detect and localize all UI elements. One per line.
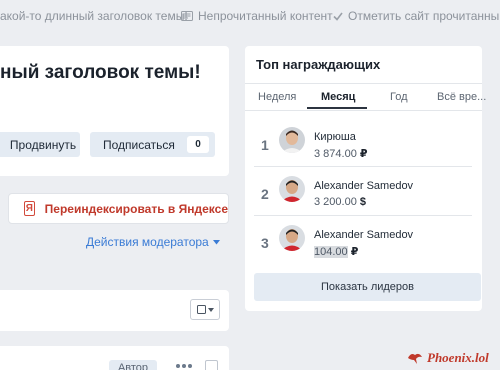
phoenix-logo-icon	[408, 353, 422, 364]
yandex-icon: Я	[24, 201, 35, 216]
moderator-actions-label: Действия модератора	[86, 235, 209, 249]
currency-symbol: ₽	[350, 246, 359, 258]
leader-row: 3 Alexander Samedov 104.00 ₽	[245, 220, 482, 268]
checkbox-icon	[196, 305, 206, 314]
leader-row: 1 Кирюша 3 874.00 ₽	[245, 122, 482, 170]
author-badge: Автор	[109, 360, 157, 370]
subscribe-label: Подписаться	[103, 137, 175, 152]
reindex-yandex-button[interactable]: Я Переиндексировать в Яндексе	[8, 193, 229, 224]
top-strip: акой-то длинный заголовок темы! Непрочит…	[0, 0, 500, 30]
tab-month[interactable]: Месяц	[321, 91, 355, 103]
tab-week[interactable]: Неделя	[258, 91, 296, 103]
divider	[254, 215, 472, 216]
leader-row: 2 Alexander Samedov 3 200.00 $	[245, 171, 482, 219]
leader-rank: 2	[261, 186, 269, 202]
more-options-icon[interactable]	[176, 364, 192, 368]
leader-rank: 1	[261, 137, 269, 153]
subscribe-button[interactable]: Подписаться 0	[90, 132, 215, 157]
show-leaders-button[interactable]: Показать лидеров	[254, 273, 481, 301]
leader-amount-value: 3 874.00	[314, 148, 357, 160]
post-select-checkbox[interactable]	[205, 360, 218, 370]
select-toggle-button[interactable]	[190, 299, 220, 320]
brand-watermark: Phoenix.lol	[407, 350, 489, 366]
breadcrumb-title[interactable]: акой-то длинный заголовок темы!	[0, 9, 188, 23]
chevron-down-icon	[207, 307, 214, 312]
widget-title: Топ награждающих	[256, 57, 381, 72]
avatar[interactable]	[279, 176, 305, 202]
mark-read-label: Отметить сайт прочитанным	[348, 9, 500, 23]
reindex-yandex-label: Переиндексировать в Яндексе	[44, 201, 228, 216]
subscribe-count: 0	[187, 136, 209, 153]
leader-name[interactable]: Alexander Samedov	[314, 229, 413, 241]
leader-amount: 104.00 ₽	[314, 245, 358, 258]
tab-year[interactable]: Год	[390, 91, 408, 103]
unread-label: Непрочитанный контент	[198, 9, 333, 23]
moderator-actions-link[interactable]: Действия модератора	[86, 235, 220, 249]
unread-icon	[181, 11, 193, 21]
leader-name[interactable]: Alexander Samedov	[314, 180, 413, 192]
leader-amount-value: 3 200.00	[314, 196, 357, 208]
avatar[interactable]	[279, 127, 305, 153]
tab-all-time[interactable]: Всё вре...	[437, 91, 486, 103]
leader-name[interactable]: Кирюша	[314, 131, 356, 143]
tabs-border	[245, 110, 482, 111]
mark-site-read-link[interactable]: Отметить сайт прочитанным	[333, 9, 500, 23]
brand-text: Phoenix.lol	[427, 350, 489, 365]
unread-content-link[interactable]: Непрочитанный контент	[181, 9, 333, 23]
leader-amount: 3 874.00 ₽	[314, 147, 368, 160]
check-icon	[333, 12, 343, 21]
currency-symbol: $	[359, 196, 367, 208]
currency-symbol: ₽	[359, 148, 368, 160]
leader-amount: 3 200.00 $	[314, 196, 366, 208]
active-tab-indicator	[307, 107, 367, 109]
divider	[254, 166, 472, 167]
leader-amount-value: 104.00	[314, 246, 348, 258]
promote-button[interactable]: Продвинуть	[0, 132, 80, 157]
avatar[interactable]	[279, 225, 305, 251]
leader-rank: 3	[261, 235, 269, 251]
page-title: ный заголовок темы!	[0, 62, 201, 83]
caret-down-icon	[212, 239, 220, 244]
